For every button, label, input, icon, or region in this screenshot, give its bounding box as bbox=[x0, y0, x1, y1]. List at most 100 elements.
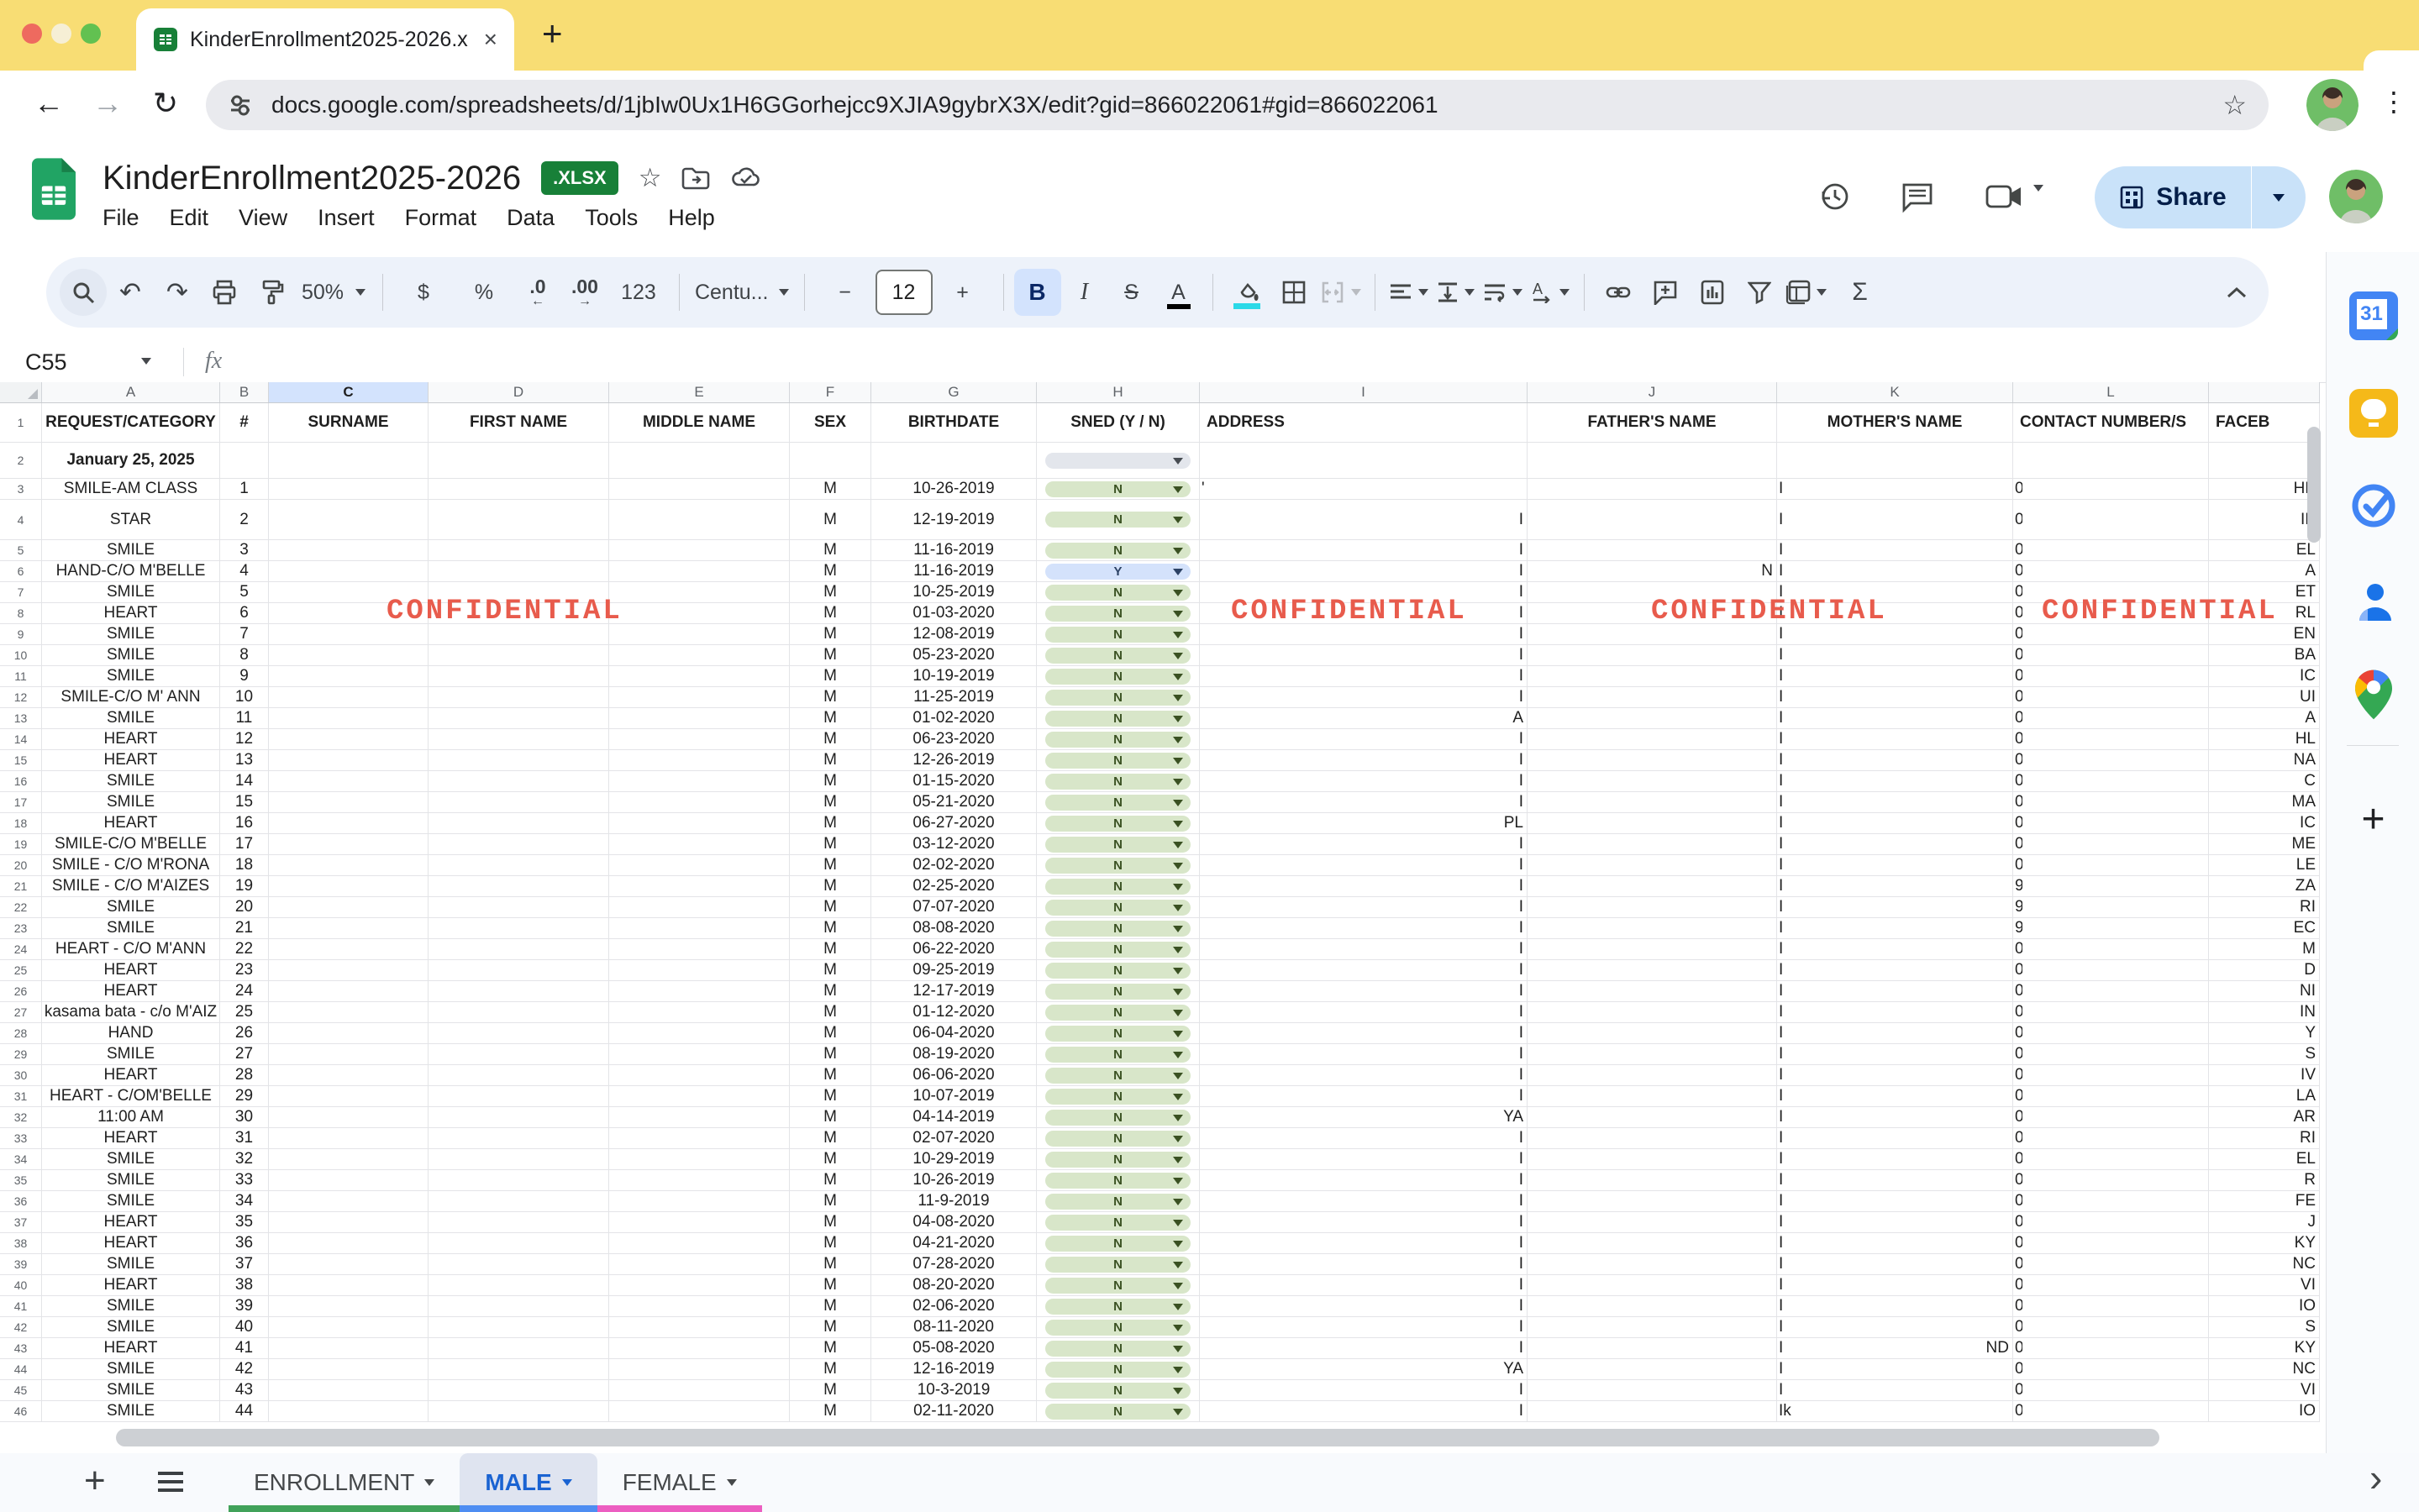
number-cell[interactable]: 41 bbox=[220, 1338, 269, 1358]
row-header[interactable]: 26 bbox=[0, 981, 42, 1001]
sned-dropdown[interactable]: Y bbox=[1045, 564, 1191, 580]
facebook-cell[interactable]: LA bbox=[2209, 1086, 2320, 1106]
cell[interactable]: N bbox=[1037, 750, 1200, 770]
column-header-K[interactable]: K bbox=[1777, 382, 2013, 402]
father-cell[interactable] bbox=[1528, 729, 1777, 749]
father-cell[interactable] bbox=[1528, 1317, 1777, 1337]
cell[interactable] bbox=[429, 687, 609, 707]
birthdate-cell[interactable]: 07-28-2020 bbox=[871, 1254, 1037, 1274]
cell[interactable] bbox=[609, 981, 790, 1001]
cell[interactable] bbox=[429, 834, 609, 854]
contact-cell[interactable]: 0 bbox=[2013, 1191, 2209, 1211]
menu-tools[interactable]: Tools bbox=[585, 205, 638, 231]
cell[interactable] bbox=[429, 1296, 609, 1316]
row-header[interactable]: 44 bbox=[0, 1359, 42, 1379]
sheet-tab-male[interactable]: MALE bbox=[460, 1453, 597, 1512]
address-cell[interactable]: I bbox=[1200, 687, 1528, 707]
contact-cell[interactable]: 0 bbox=[2013, 1023, 2209, 1043]
father-cell[interactable] bbox=[1528, 1107, 1777, 1127]
facebook-cell[interactable]: ME bbox=[2209, 834, 2320, 854]
cell[interactable] bbox=[429, 1317, 609, 1337]
contact-cell[interactable]: 0 bbox=[2013, 1086, 2209, 1106]
field-header[interactable]: ADDRESS bbox=[1200, 403, 1528, 442]
cell[interactable] bbox=[429, 813, 609, 833]
cell[interactable] bbox=[609, 729, 790, 749]
contact-cell[interactable]: 0 bbox=[2013, 792, 2209, 812]
cell[interactable] bbox=[1777, 443, 2013, 478]
cell[interactable] bbox=[609, 1149, 790, 1169]
sned-dropdown[interactable] bbox=[1045, 453, 1191, 469]
row-header[interactable]: 29 bbox=[0, 1044, 42, 1064]
cell[interactable] bbox=[269, 876, 429, 896]
cell[interactable] bbox=[609, 687, 790, 707]
field-header[interactable]: BIRTHDATE bbox=[871, 403, 1037, 442]
sned-dropdown[interactable]: N bbox=[1045, 795, 1191, 811]
row-header[interactable]: 34 bbox=[0, 1149, 42, 1169]
category-cell[interactable]: SMILE bbox=[42, 1296, 220, 1316]
number-cell[interactable]: 14 bbox=[220, 771, 269, 791]
facebook-cell[interactable]: Y bbox=[2209, 1023, 2320, 1043]
cell[interactable] bbox=[609, 771, 790, 791]
number-cell[interactable]: 44 bbox=[220, 1401, 269, 1421]
address-cell[interactable]: I bbox=[1200, 897, 1528, 917]
number-cell[interactable]: 8 bbox=[220, 645, 269, 665]
category-cell[interactable]: SMILE-C/O M' ANN bbox=[42, 687, 220, 707]
sned-dropdown[interactable]: N bbox=[1045, 753, 1191, 769]
row-header[interactable]: 32 bbox=[0, 1107, 42, 1127]
number-cell[interactable]: 3 bbox=[220, 540, 269, 560]
sex-cell[interactable]: M bbox=[790, 708, 871, 728]
number-cell[interactable]: 42 bbox=[220, 1359, 269, 1379]
cell[interactable] bbox=[269, 1212, 429, 1232]
address-cell[interactable]: YA bbox=[1200, 1107, 1528, 1127]
cell[interactable] bbox=[609, 1044, 790, 1064]
row-header[interactable]: 10 bbox=[0, 645, 42, 665]
mother-cell[interactable]: I bbox=[1777, 540, 2013, 560]
cell[interactable] bbox=[429, 479, 609, 499]
birthdate-cell[interactable]: 02-07-2020 bbox=[871, 1128, 1037, 1148]
category-cell[interactable]: SMILE bbox=[42, 1317, 220, 1337]
cell[interactable] bbox=[609, 1107, 790, 1127]
address-cell[interactable]: I bbox=[1200, 918, 1528, 938]
cell[interactable] bbox=[269, 1002, 429, 1022]
cell[interactable] bbox=[269, 771, 429, 791]
address-cell[interactable]: I bbox=[1200, 981, 1528, 1001]
mother-cell[interactable]: I bbox=[1777, 855, 2013, 875]
mother-cell[interactable]: I bbox=[1777, 771, 2013, 791]
facebook-cell[interactable]: KY bbox=[2209, 1338, 2320, 1358]
facebook-cell[interactable]: LE bbox=[2209, 855, 2320, 875]
sex-cell[interactable]: M bbox=[790, 479, 871, 499]
field-header[interactable]: # bbox=[220, 403, 269, 442]
cell[interactable] bbox=[429, 771, 609, 791]
contact-cell[interactable]: 0 bbox=[2013, 1212, 2209, 1232]
address-cell[interactable]: PL bbox=[1200, 813, 1528, 833]
cell[interactable] bbox=[609, 479, 790, 499]
contact-cell[interactable]: 0 bbox=[2013, 1065, 2209, 1085]
cell[interactable]: N bbox=[1037, 1191, 1200, 1211]
cell[interactable] bbox=[429, 960, 609, 980]
contact-cell[interactable]: 0 bbox=[2013, 1401, 2209, 1421]
row-header[interactable]: 12 bbox=[0, 687, 42, 707]
document-title[interactable]: KinderEnrollment2025-2026 bbox=[103, 160, 521, 197]
row-header[interactable]: 22 bbox=[0, 897, 42, 917]
sned-dropdown[interactable]: N bbox=[1045, 858, 1191, 874]
number-cell[interactable]: 30 bbox=[220, 1107, 269, 1127]
move-folder-icon[interactable] bbox=[681, 166, 710, 190]
father-cell[interactable] bbox=[1528, 750, 1777, 770]
sex-cell[interactable]: M bbox=[790, 981, 871, 1001]
number-cell[interactable]: 37 bbox=[220, 1254, 269, 1274]
address-cell[interactable]: I bbox=[1200, 1233, 1528, 1253]
column-header-J[interactable]: J bbox=[1528, 382, 1777, 402]
number-cell[interactable]: 25 bbox=[220, 1002, 269, 1022]
father-cell[interactable] bbox=[1528, 1086, 1777, 1106]
number-cell[interactable]: 17 bbox=[220, 834, 269, 854]
cell[interactable]: Y bbox=[1037, 561, 1200, 581]
sex-cell[interactable]: M bbox=[790, 1359, 871, 1379]
cell[interactable] bbox=[269, 1380, 429, 1400]
cell[interactable] bbox=[269, 443, 429, 478]
cell[interactable] bbox=[609, 500, 790, 539]
insert-link-icon[interactable] bbox=[1595, 269, 1642, 316]
contact-cell[interactable]: 0 bbox=[2013, 981, 2209, 1001]
sex-cell[interactable]: M bbox=[790, 1149, 871, 1169]
address-cell[interactable]: I bbox=[1200, 1275, 1528, 1295]
vertical-align-button[interactable] bbox=[1433, 269, 1480, 316]
